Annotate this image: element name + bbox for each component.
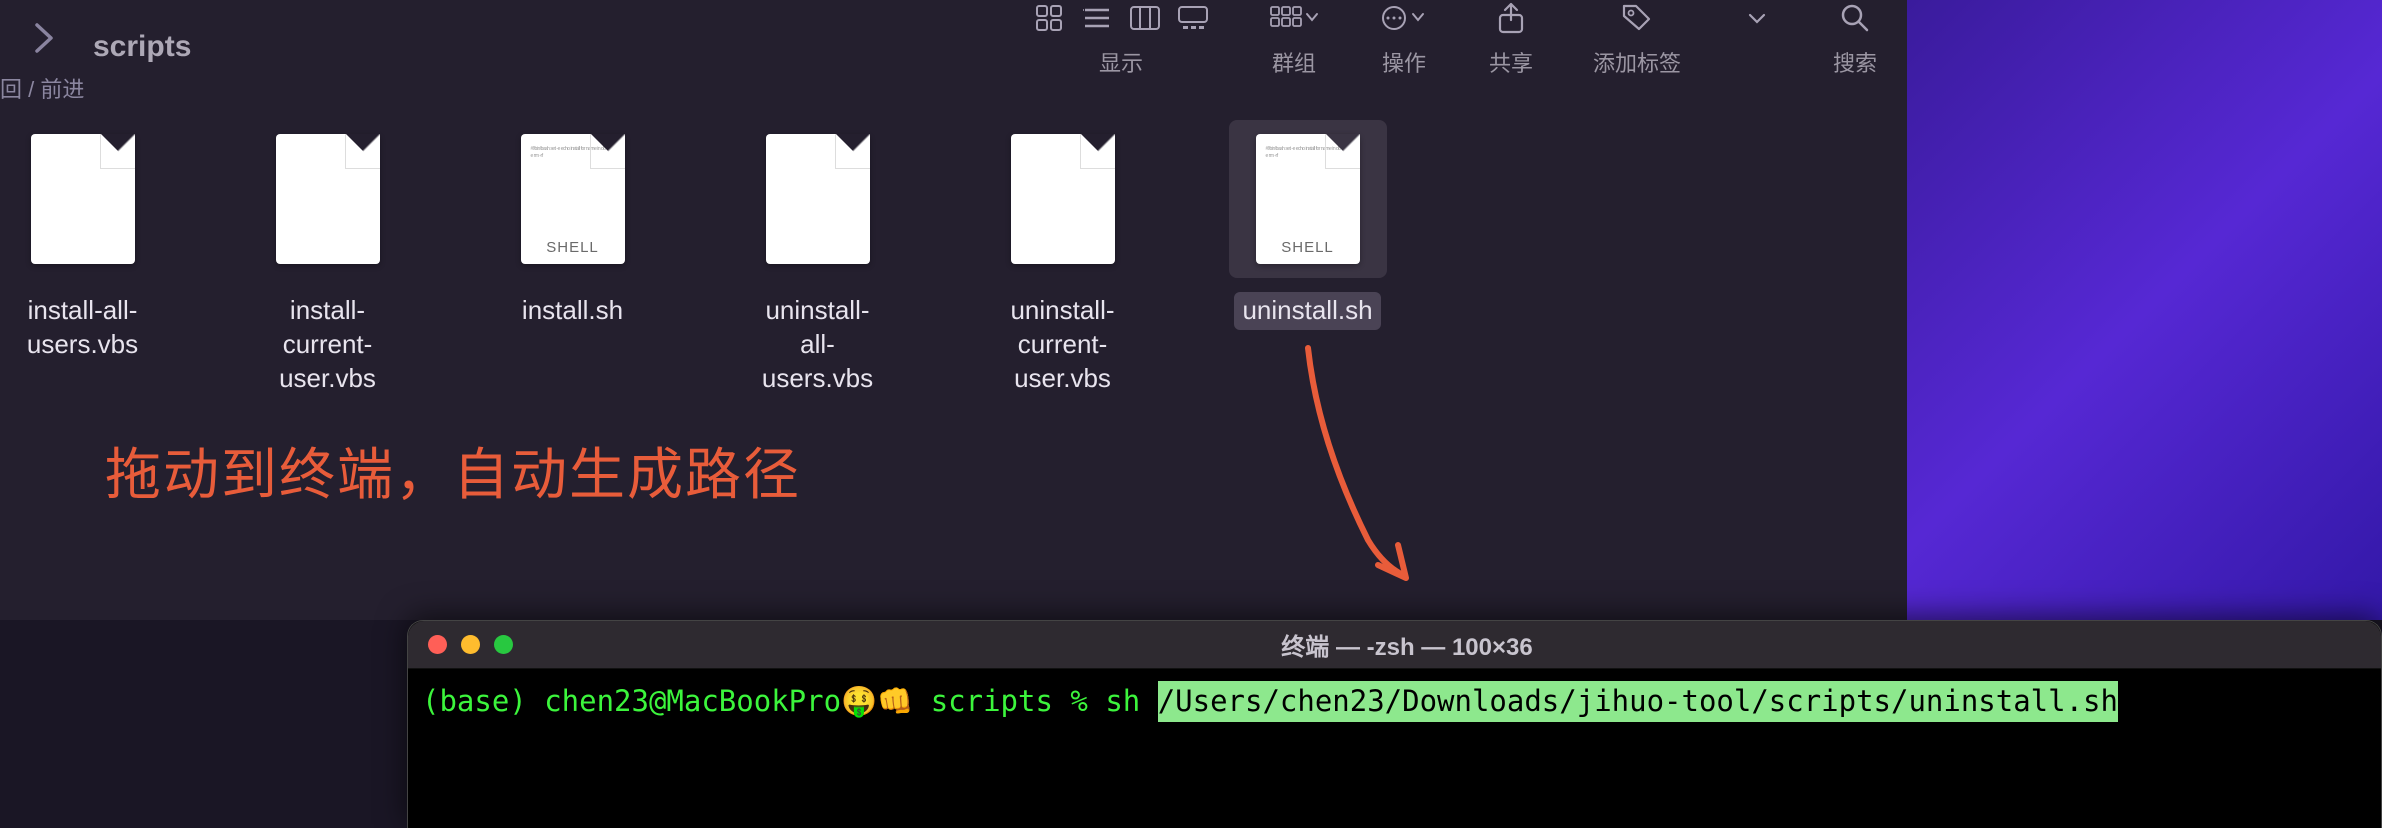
file-item[interactable]: install-all-users.vbs (10, 120, 155, 364)
file-name: install-current-user.vbs (255, 292, 400, 397)
file-name: uninstall-current-user.vbs (990, 292, 1135, 397)
prompt-emoji: 🤑👊 (841, 681, 913, 722)
file-item[interactable]: uninstall-current-user.vbs (990, 120, 1135, 397)
search-button[interactable] (1839, 2, 1871, 34)
selected-path: /Users/chen23/Downloads/jihuo-tool/scrip… (1158, 681, 2118, 722)
file-icon (984, 120, 1142, 278)
shell-tag: SHELL (531, 239, 615, 256)
search-label: 搜索 (1833, 46, 1877, 78)
annotation-arrow (1288, 340, 1428, 600)
minimize-button[interactable] (461, 635, 480, 654)
file-item[interactable]: #!/bin/bash set -e echo install for name… (500, 120, 645, 330)
shell-tag: SHELL (1266, 239, 1350, 256)
group-label: 群组 (1272, 46, 1316, 78)
close-button[interactable] (428, 635, 447, 654)
view-label: 显示 (1099, 46, 1143, 78)
file-name: uninstall-all-users.vbs (745, 292, 890, 397)
files-grid: install-all-users.vbs install-current-use… (0, 90, 1907, 397)
action-label: 操作 (1382, 46, 1426, 78)
share-label: 共享 (1489, 46, 1533, 78)
nav-forward-button[interactable] (28, 22, 60, 54)
more-label (1754, 46, 1760, 72)
folder-title: scripts (93, 30, 191, 64)
terminal-titlebar[interactable]: 终端 — -zsh — 100×36 (408, 621, 2381, 669)
file-icon (4, 120, 162, 278)
view-columns-button[interactable] (1129, 2, 1161, 34)
view-gallery-button[interactable] (1177, 2, 1209, 34)
annotation-text: 拖动到终端，自动生成路径 (105, 430, 801, 511)
finder-window: scripts 回 / 前进 (0, 0, 1907, 620)
prompt-prefix: (base) chen23@MacBookPro (422, 681, 841, 722)
group-button[interactable] (1269, 2, 1319, 34)
more-dropdown-button[interactable] (1741, 2, 1773, 34)
command-text: sh (1105, 681, 1157, 722)
file-icon: #!/bin/bash set -e echo install for name… (1229, 120, 1387, 278)
nav-back-forward-label: 回 / 前进 (0, 72, 84, 104)
tags-label: 添加标签 (1593, 46, 1681, 78)
file-icon: #!/bin/bash set -e echo install for name… (494, 120, 652, 278)
terminal-title: 终端 — -zsh — 100×36 (513, 627, 2301, 662)
maximize-button[interactable] (494, 635, 513, 654)
file-item[interactable]: install-current-user.vbs (255, 120, 400, 397)
finder-toolbar: scripts 回 / 前进 (0, 0, 1907, 90)
view-list-button[interactable] (1081, 2, 1113, 34)
view-icons-button[interactable] (1033, 2, 1065, 34)
terminal-body[interactable]: (base) chen23@MacBookPro🤑👊 scripts % sh … (408, 669, 2381, 734)
tags-button[interactable] (1621, 2, 1653, 34)
file-icon (249, 120, 407, 278)
terminal-window: 终端 — -zsh — 100×36 (base) chen23@MacBook… (407, 620, 2382, 828)
file-name: install.sh (514, 292, 631, 330)
file-item[interactable]: uninstall-all-users.vbs (745, 120, 890, 397)
desktop-background (1907, 0, 2382, 620)
action-button[interactable] (1379, 2, 1429, 34)
share-button[interactable] (1495, 2, 1527, 34)
file-name: uninstall.sh (1234, 292, 1380, 330)
prompt-folder: scripts % (913, 681, 1105, 722)
file-icon (739, 120, 897, 278)
file-name: install-all-users.vbs (10, 292, 155, 364)
file-item[interactable]: #!/bin/bash set -e echo install for name… (1235, 120, 1380, 330)
